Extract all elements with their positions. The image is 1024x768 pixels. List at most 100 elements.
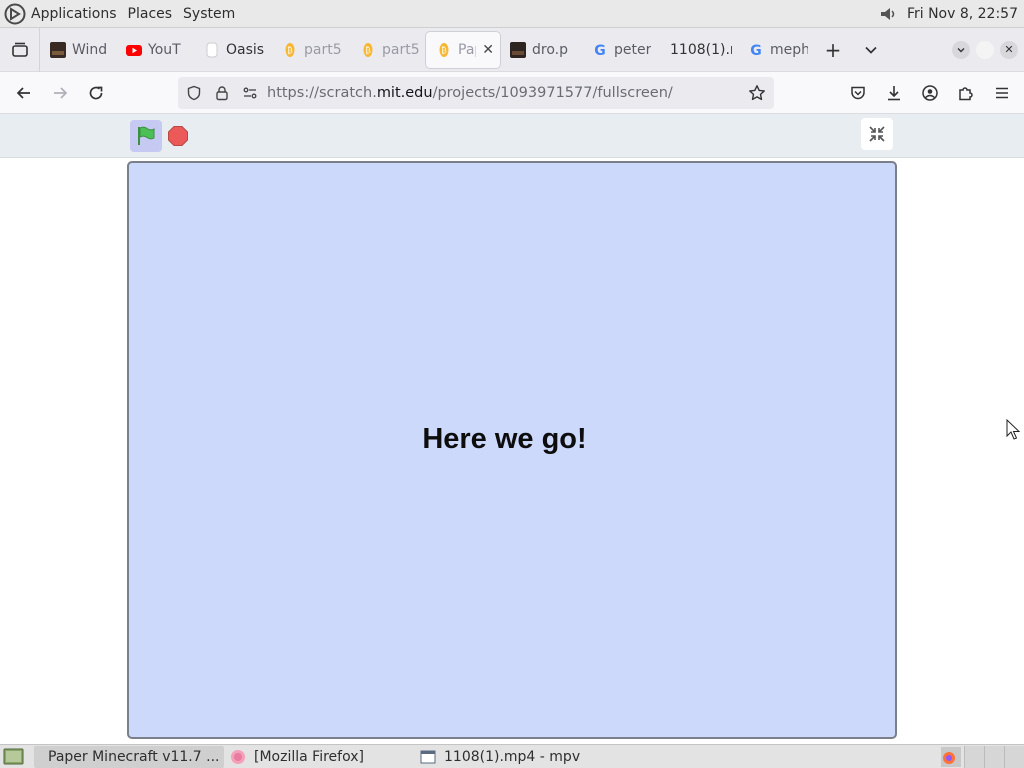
forward-button[interactable] — [42, 77, 78, 109]
account-button[interactable] — [912, 77, 948, 109]
task-label: 1108(1).mp4 - mpv — [444, 748, 581, 765]
tab-3[interactable]: Oasis — [194, 32, 272, 68]
pocket-icon — [851, 86, 865, 100]
permissions-icon[interactable] — [236, 85, 264, 101]
tab-6-active[interactable]: ₿ Pap ✕ — [426, 31, 500, 68]
plus-icon: + — [824, 37, 842, 62]
tab-2[interactable]: YouT — [116, 32, 194, 68]
tab-7[interactable]: dro.p — [500, 32, 582, 68]
arrow-right-icon — [54, 86, 68, 99]
back-button[interactable] — [6, 77, 42, 109]
downloads-button[interactable] — [876, 77, 912, 109]
lock-icon[interactable] — [208, 85, 236, 101]
svg-text:₿: ₿ — [441, 45, 447, 55]
tab-10[interactable]: G meph — [738, 32, 814, 68]
distro-logo-icon[interactable] — [4, 3, 26, 25]
minimize-button[interactable] — [952, 40, 970, 59]
tab-list-icon — [11, 42, 28, 57]
task-mpv[interactable]: 1108(1).mp4 - mpv — [414, 746, 614, 768]
collapse-arrows-icon — [869, 126, 885, 142]
maximize-button[interactable] — [976, 40, 994, 59]
workspace-4[interactable] — [1004, 745, 1024, 768]
applications-menu[interactable]: Applications — [31, 6, 117, 22]
stage-message: Here we go! — [422, 422, 587, 455]
show-desktop-icon[interactable] — [2, 746, 26, 768]
app-menu-button[interactable] — [984, 77, 1020, 109]
tab-1[interactable]: Wind — [40, 32, 116, 68]
tab-4[interactable]: ₿ part5 — [272, 32, 350, 68]
tab-label: peter — [614, 41, 652, 58]
top-panel: Applications Places System Fri Nov 8, 22… — [0, 0, 1024, 28]
extensions-button[interactable] — [948, 77, 984, 109]
scratch-stage[interactable]: Here we go! — [127, 161, 897, 739]
scratch-fullscreen-header — [0, 114, 1024, 158]
mouse-pointer-icon — [1006, 419, 1020, 440]
bitcoin-icon: ₿ — [360, 42, 376, 58]
hamburger-menu-icon — [996, 87, 1008, 99]
close-tab-icon[interactable]: ✕ — [482, 42, 494, 58]
volume-icon[interactable] — [877, 3, 899, 25]
system-menu[interactable]: System — [183, 6, 235, 22]
firefox-icon — [231, 749, 245, 764]
tab-label: Oasis — [226, 41, 265, 58]
url-domain: mit.edu — [376, 85, 433, 101]
bitcoin-icon: ₿ — [436, 42, 452, 58]
bitcoin-icon: ₿ — [282, 42, 298, 58]
tab-label: Wind — [72, 41, 108, 58]
chevron-down-icon — [865, 46, 877, 54]
green-flag-icon — [138, 126, 155, 145]
puzzle-icon — [959, 87, 973, 101]
list-all-tabs-button[interactable] — [852, 32, 890, 68]
svg-text:G: G — [750, 43, 762, 58]
tab-label: part5 — [304, 41, 342, 58]
new-tab-button[interactable]: + — [814, 32, 852, 68]
url-bar[interactable]: https://scratch.mit.edu/projects/1093971… — [178, 77, 774, 109]
reload-icon — [89, 86, 103, 99]
tab-label: Pap — [458, 41, 476, 58]
task-label: Paper Minecraft v11.7 ... — [48, 748, 220, 765]
svg-text:₿: ₿ — [365, 45, 371, 55]
reload-button[interactable] — [78, 77, 114, 109]
stop-button[interactable] — [167, 125, 189, 151]
tab-label: YouT — [148, 41, 181, 58]
toolbar-right — [840, 77, 1020, 109]
tab-label: meph — [770, 41, 808, 58]
google-icon: G — [592, 42, 608, 58]
google-icon: G — [748, 42, 764, 58]
youtube-icon — [126, 42, 142, 58]
task-mozilla-firefox[interactable]: [Mozilla Firefox] — [224, 746, 414, 768]
tab-label: part5 — [382, 41, 420, 58]
shield-icon[interactable] — [180, 85, 208, 101]
task-label: [Mozilla Firefox] — [254, 748, 364, 765]
workspace-thumbnail-icon[interactable] — [940, 746, 962, 768]
tab-label: dro.p — [532, 41, 568, 58]
tab-strip: Wind YouT Oasis ₿ part5 ₿ part5 ₿ Pap ✕ … — [0, 27, 1024, 72]
places-menu[interactable]: Places — [128, 6, 173, 22]
close-window-button[interactable]: ✕ — [1000, 40, 1018, 59]
workspace-2[interactable] — [964, 745, 984, 768]
task-paper-minecraft[interactable]: Paper Minecraft v11.7 ... — [34, 745, 224, 768]
pocket-button[interactable] — [840, 77, 876, 109]
tab-overview-button[interactable] — [0, 27, 40, 72]
dark-thumbnail-icon — [510, 41, 526, 58]
bottom-taskbar: Paper Minecraft v11.7 ... [Mozilla Firef… — [0, 744, 1024, 768]
bookmark-star-icon[interactable] — [748, 84, 766, 106]
window-icon — [420, 750, 436, 763]
exit-fullscreen-button[interactable] — [861, 118, 893, 150]
tab-5[interactable]: ₿ part5 — [350, 32, 426, 68]
close-icon: ✕ — [1004, 43, 1014, 56]
navigation-bar: https://scratch.mit.edu/projects/1093971… — [0, 72, 1024, 114]
account-icon — [922, 85, 938, 101]
tab-label: 1108(1).r — [670, 41, 732, 58]
arrow-left-icon — [16, 86, 30, 99]
tab-9[interactable]: 1108(1).r — [660, 32, 738, 68]
clock[interactable]: Fri Nov 8, 22:57 — [907, 6, 1018, 22]
svg-text:G: G — [594, 43, 606, 58]
url-path: /projects/1093971577/fullscreen/ — [432, 85, 673, 101]
url-text[interactable]: https://scratch.mit.edu/projects/1093971… — [267, 85, 673, 101]
green-flag-button[interactable] — [130, 120, 162, 152]
svg-text:₿: ₿ — [287, 45, 293, 55]
workspace-3[interactable] — [984, 745, 1004, 768]
tab-8[interactable]: G peter — [582, 32, 660, 68]
dark-thumbnail-icon — [50, 41, 66, 58]
